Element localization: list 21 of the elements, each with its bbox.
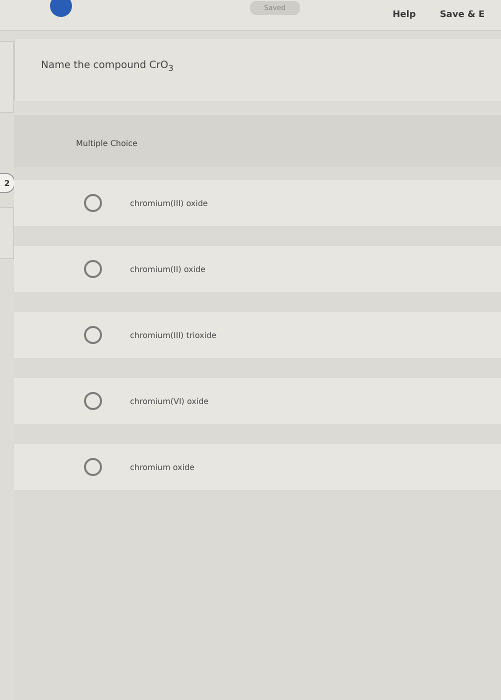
question-prompt: Name the compound CrO$_{3}$ bbox=[41, 60, 174, 71]
question-type-label: Multiple Choice bbox=[76, 139, 138, 148]
option-label: chromium(III) oxide bbox=[130, 198, 208, 208]
option-label: chromium oxide bbox=[130, 462, 195, 472]
answer-option[interactable]: chromium oxide bbox=[14, 444, 501, 490]
radio-button[interactable] bbox=[84, 458, 102, 476]
radio-button[interactable] bbox=[84, 194, 102, 212]
answer-option[interactable]: chromium(III) trioxide bbox=[14, 312, 501, 358]
answer-option[interactable]: chromium(III) oxide bbox=[14, 180, 501, 226]
save-exit-link[interactable]: Save & E bbox=[440, 10, 485, 20]
option-label: chromium(VI) oxide bbox=[130, 396, 209, 406]
help-link[interactable]: Help bbox=[392, 10, 416, 20]
radio-button[interactable] bbox=[84, 392, 102, 410]
question-number[interactable]: 2 bbox=[0, 173, 15, 193]
answer-option[interactable]: chromium(VI) oxide bbox=[14, 378, 501, 424]
radio-button[interactable] bbox=[84, 326, 102, 344]
option-label: chromium(II) oxide bbox=[130, 264, 206, 274]
radio-button[interactable] bbox=[84, 260, 102, 278]
answer-option[interactable]: chromium(II) oxide bbox=[14, 246, 501, 292]
option-label: chromium(III) trioxide bbox=[130, 330, 216, 340]
logo-icon bbox=[50, 0, 72, 17]
